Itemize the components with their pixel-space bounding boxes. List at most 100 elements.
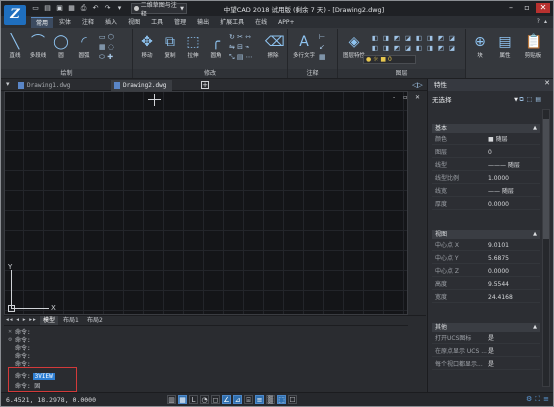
move-button[interactable]: ✥ 移动 [137,34,157,59]
command-close-icon[interactable]: ✕ [8,329,12,335]
layer-tool-icon[interactable]: ◨ [381,34,391,43]
prop-value[interactable]: —— 随层 [488,186,514,197]
line-button[interactable]: ╲ 直线 [5,34,25,59]
tab-home[interactable]: 常用 [31,16,54,28]
tab-view[interactable]: 视图 [123,17,145,28]
dyn-input-toggle-icon[interactable]: ⌸ [244,395,253,404]
layer-tool-icon[interactable]: ◧ [414,34,424,43]
prop-value[interactable]: 是 [488,346,494,357]
prop-row[interactable]: 宽度 24.4168 [432,292,540,303]
saveas-icon[interactable]: ▦ [67,4,76,13]
scale-icon[interactable]: ⤡ ▤ ⋯ [229,53,253,61]
properties-scroll-thumb[interactable] [543,119,549,239]
ortho-toggle-icon[interactable]: L [189,395,198,404]
prop-value[interactable]: 0 [488,147,492,158]
section-view[interactable]: 视图 ▲ [432,230,540,239]
leader-icon[interactable]: ↙ [319,43,325,51]
prop-row[interactable]: 中心点 Z 0.0000 [432,266,540,277]
polar-toggle-icon[interactable]: ◔ [200,395,209,404]
prop-row[interactable]: 图层 0 [432,147,540,158]
layout-nav-arrows[interactable]: ◂◂ ◂ ▸ ▸▸ [6,317,37,323]
layer-tool-icon[interactable]: ◨ [425,34,435,43]
circle-button[interactable]: ◯ 圆 [51,34,71,59]
panel-toggle-icon[interactable]: ◁▷ [412,81,423,89]
gear-icon[interactable]: ⚙ [526,395,532,404]
prop-row[interactable]: 每个视口都显示... 是 [432,359,540,370]
workspace-selector[interactable]: 二维草图与注释 ▼ [131,2,187,18]
annotation-monitor-icon[interactable]: ☐ [288,395,297,404]
print-icon[interactable]: ⎙ [79,4,88,13]
fullscreen-icon[interactable]: ⛶ [535,395,540,404]
canvas-window-controls[interactable]: - ▫ ✕ [393,94,423,101]
clipboard-button[interactable]: 📋 剪贴板 [520,34,546,59]
layer-tool-icon[interactable]: ◧ [370,44,380,53]
prop-row[interactable]: 中心点 Y 5.6875 [432,253,540,264]
section-basic[interactable]: 基本 ▲ [432,124,540,133]
tab-insert[interactable]: 插入 [100,17,122,28]
layer-tool-icon[interactable]: ◪ [403,44,413,53]
customize-icon[interactable]: ≡ [543,395,549,404]
prop-value[interactable]: 是 [488,333,494,344]
polyline-button[interactable]: ⌒ 多段线 [28,34,48,59]
save-icon[interactable]: ▣ [55,4,64,13]
erase-button[interactable]: ⌫ 擦除 [263,34,285,59]
tab-manage[interactable]: 管理 [169,17,191,28]
doc-tab-drawing1[interactable]: Drawing1.dwg [15,80,76,91]
ellipse-icon[interactable]: ⬭ ✚ [99,53,113,61]
prop-row[interactable]: 线型比例 1.0000 [432,173,540,184]
layer-tool-icon[interactable]: ◪ [447,34,457,43]
new-icon[interactable]: ▭ [31,4,40,13]
layer-dropdown[interactable]: ● ☼ ■ 0 [363,55,416,64]
prop-row[interactable]: 在原点显示 UCS ... 是 [432,346,540,357]
maximize-icon[interactable]: ▫ [520,3,534,13]
layer-tool-icon[interactable]: ◩ [436,34,446,43]
close-icon[interactable]: ✕ [544,79,550,87]
tab-online[interactable]: 在线 [250,17,272,28]
prop-row[interactable]: 线宽 —— 随层 [432,186,540,197]
tab-menu-icon[interactable]: ▾ [6,80,10,88]
undo-icon[interactable]: ↶ [91,4,100,13]
layer-tool-icon[interactable]: ◨ [381,44,391,53]
prop-value[interactable]: 0.0000 [488,199,509,210]
section-other[interactable]: 其他 ▲ [432,323,540,332]
tab-tools[interactable]: 工具 [146,17,168,28]
app-logo[interactable]: Z [4,5,26,25]
prop-row[interactable]: 高度 9.5544 [432,279,540,290]
prop-value[interactable]: 1.0000 [488,173,509,184]
prop-row[interactable]: 厚度 0.0000 [432,199,540,210]
otrack-toggle-icon[interactable]: ∠ [222,395,231,404]
layer-tool-icon[interactable]: ◪ [447,44,457,53]
layer-tool-icon[interactable]: ◧ [370,34,380,43]
tab-solid[interactable]: 实体 [54,17,76,28]
dimension-icon[interactable]: ⊢ [319,33,325,41]
minimize-icon[interactable]: – [504,3,518,13]
hatch-icon[interactable]: ▦ ◌ [99,43,114,51]
table-icon[interactable]: ▦ [319,53,326,61]
dropdown-icon[interactable]: ▾ [115,4,124,13]
stretch-button[interactable]: ⬚ 拉伸 [183,34,203,59]
prop-value[interactable]: ■ 随层 [488,134,508,145]
selection-cycle-icon[interactable]: ⬚ [277,395,286,404]
block-button[interactable]: ⊕ 块 [470,34,490,59]
command-settings-icon[interactable]: ⚙ [8,337,12,343]
tab-app-plus[interactable]: APP+ [273,17,299,28]
tab-ext-tools[interactable]: 扩展工具 [215,17,249,28]
layer-tool-icon[interactable]: ◩ [392,44,402,53]
ribbon-collapse-icon[interactable]: ▴ [544,18,547,25]
prop-value[interactable]: 是 [488,359,494,370]
tab-annotate[interactable]: 注释 [77,17,99,28]
layer-tool-icon[interactable]: ◩ [436,44,446,53]
tab-output[interactable]: 输出 [192,17,214,28]
new-tab-button[interactable]: + [201,81,209,89]
redo-icon[interactable]: ↷ [103,4,112,13]
layer-tool-icon[interactable]: ◩ [392,34,402,43]
rectangle-icon[interactable]: ▭ ⬡ [99,33,114,41]
snap-toggle-icon[interactable]: ▥ [167,395,176,404]
attribute-button[interactable]: ▤ 属性 [492,34,518,59]
copy-button[interactable]: ⧉ 复制 [160,34,180,59]
toggle-pickadd-icon[interactable]: ▤ [535,96,541,104]
fillet-button[interactable]: ╭ 圆角 [206,34,226,59]
select-objects-icon[interactable]: ⬚ [527,96,533,104]
rotate-icon[interactable]: ↻ ✂ ⇿ [229,33,251,41]
prop-value[interactable]: ——— 随层 [488,160,520,171]
